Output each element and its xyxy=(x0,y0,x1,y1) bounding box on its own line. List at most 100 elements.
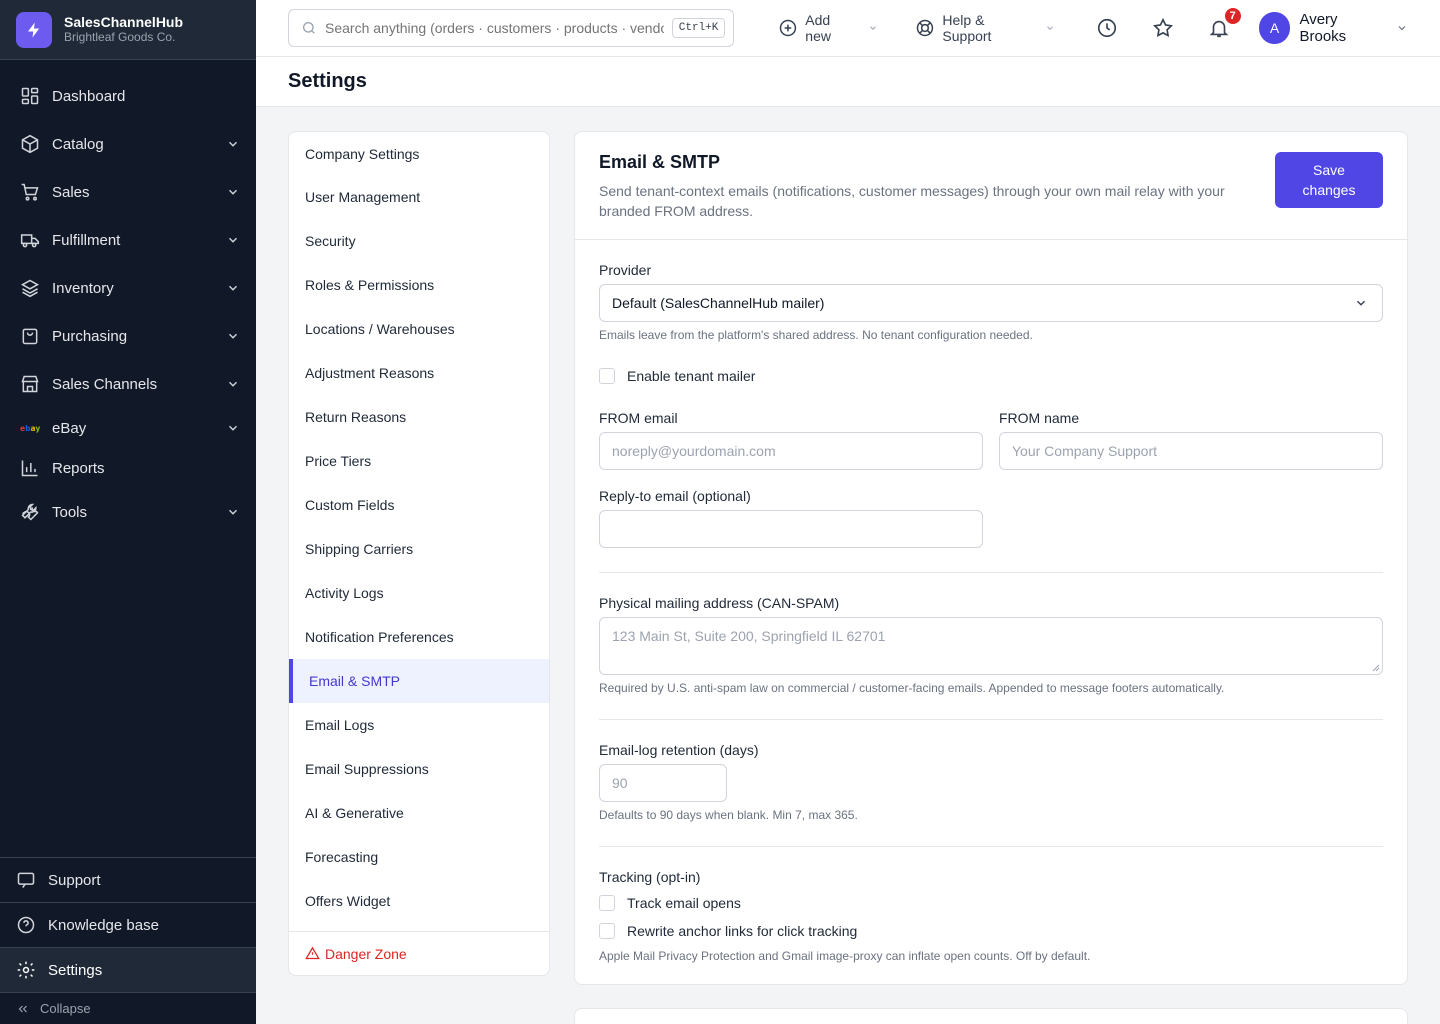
settings-nav-item[interactable]: Notification Preferences xyxy=(289,615,549,659)
tracking-label: Tracking (opt-in) xyxy=(599,869,701,885)
brand-company: Brightleaf Goods Co. xyxy=(64,30,176,44)
sidebar-item-inventory[interactable]: Inventory xyxy=(0,264,256,312)
clock-icon xyxy=(1097,18,1116,38)
sidebar-item-catalog[interactable]: Catalog xyxy=(0,120,256,168)
layers-icon xyxy=(20,278,40,298)
main-nav: Dashboard Catalog Sales Fulfillment Inve… xyxy=(0,60,256,536)
lifebuoy-icon xyxy=(917,19,934,37)
global-search[interactable]: Ctrl+K xyxy=(288,9,735,47)
sidebar-item-label: Catalog xyxy=(52,135,104,153)
retention-days-field[interactable]: 90 xyxy=(599,764,727,802)
reply-to-field[interactable] xyxy=(599,510,983,548)
settings-nav-item[interactable]: Roles & Permissions xyxy=(289,263,549,307)
user-menu[interactable]: A Avery Brooks xyxy=(1258,11,1408,45)
settings-nav-item[interactable]: Shipping Carriers xyxy=(289,527,549,571)
settings-nav-item[interactable]: Email Suppressions xyxy=(289,747,549,791)
rewrite-links-label: Rewrite anchor links for click tracking xyxy=(627,923,858,939)
settings-nav-item[interactable]: AI & Generative xyxy=(289,791,549,835)
track-opens-label: Track email opens xyxy=(627,895,741,911)
settings-nav-item[interactable]: Locations / Warehouses xyxy=(289,307,549,351)
mailing-address-field[interactable]: 123 Main St, Suite 200, Springfield IL 6… xyxy=(599,617,1383,675)
sidebar-item-fulfillment[interactable]: Fulfillment xyxy=(0,216,256,264)
sidebar-item-dashboard[interactable]: Dashboard xyxy=(0,72,256,120)
chevron-down-icon xyxy=(1047,26,1053,30)
danger-zone-link[interactable]: Danger Zone xyxy=(289,931,549,975)
from-name-field[interactable]: Your Company Support xyxy=(999,432,1383,470)
sidebar-item-label: eBay xyxy=(52,419,87,437)
enable-tenant-mailer-checkbox[interactable] xyxy=(599,368,615,384)
settings-nav-item[interactable]: Security xyxy=(289,219,549,263)
gear-icon xyxy=(16,960,36,980)
box-icon xyxy=(20,134,40,154)
plus-circle-icon xyxy=(780,19,797,37)
email-smtp-card: Email & SMTP Send tenant-context emails … xyxy=(574,131,1408,985)
sidebar-item-tools[interactable]: Tools xyxy=(0,488,256,536)
sidebar-item-label: Tools xyxy=(52,503,88,521)
mailing-address-placeholder: 123 Main St, Suite 200, Springfield IL 6… xyxy=(612,628,886,644)
from-email-field[interactable]: noreply@yourdomain.com xyxy=(599,432,983,470)
add-new-label: Add new xyxy=(805,12,831,44)
rewrite-links-row[interactable]: Rewrite anchor links for click tracking xyxy=(599,923,1383,939)
history-button[interactable] xyxy=(1095,16,1119,40)
chevron-down-icon xyxy=(869,26,876,30)
sidebar-item-label: Settings xyxy=(48,961,103,979)
retention-help: Defaults to 90 days when blank. Min 7, m… xyxy=(599,808,858,822)
sidebar-item-label: Reports xyxy=(52,459,105,477)
question-icon xyxy=(16,915,36,935)
divider xyxy=(599,719,1383,720)
settings-nav-item[interactable]: Custom Fields xyxy=(289,483,549,527)
from-fields: FROM email noreply@yourdomain.com FROM n… xyxy=(599,410,1383,470)
enable-tenant-mailer-row[interactable]: Enable tenant mailer xyxy=(599,368,1383,384)
resize-handle-icon[interactable] xyxy=(1372,664,1380,672)
chevron-down-icon xyxy=(229,425,237,431)
reply-to-label: Reply-to email (optional) xyxy=(599,488,751,504)
ebay-logo: ebay xyxy=(20,418,40,438)
search-icon xyxy=(303,22,315,34)
cart-icon xyxy=(20,182,40,202)
sidebar-item-settings[interactable]: Settings xyxy=(0,947,256,992)
sidebar-item-label: Sales xyxy=(52,183,90,201)
warning-icon xyxy=(305,946,320,961)
notification-count-badge: 7 xyxy=(1222,6,1243,26)
sidebar-item-reports[interactable]: Reports xyxy=(0,448,256,488)
card-body: Provider Default (SalesChannelHub mailer… xyxy=(575,240,1407,963)
notifications-button[interactable]: 7 xyxy=(1207,6,1243,40)
help-support-button[interactable]: Help & Support xyxy=(915,12,1054,44)
search-input[interactable] xyxy=(325,20,664,36)
star-icon xyxy=(1152,17,1173,38)
truck-icon xyxy=(20,230,40,250)
address-label: Physical mailing address (CAN-SPAM) xyxy=(599,595,840,611)
settings-nav-item[interactable]: Offers Widget xyxy=(289,879,549,923)
settings-nav-item[interactable]: Forecasting xyxy=(289,835,549,879)
add-new-button[interactable]: Add new xyxy=(778,12,877,44)
provider-value: Default (SalesChannelHub mailer) xyxy=(612,295,825,311)
settings-nav-item[interactable]: Return Reasons xyxy=(289,395,549,439)
svg-text:ebay: ebay xyxy=(20,424,40,433)
track-opens-row[interactable]: Track email opens xyxy=(599,895,1383,911)
sidebar-item-support[interactable]: Support xyxy=(0,857,256,902)
from-email-label: FROM email xyxy=(599,410,678,426)
rewrite-links-checkbox[interactable] xyxy=(599,923,615,939)
settings-nav-item[interactable]: User Management xyxy=(289,175,549,219)
dashboard-icon xyxy=(20,86,40,106)
bolt-icon xyxy=(16,11,52,48)
collapse-button[interactable]: Collapse xyxy=(0,992,256,1024)
sidebar-item-label: Dashboard xyxy=(52,87,126,105)
sidebar-item-sales[interactable]: Sales xyxy=(0,168,256,216)
settings-nav-item[interactable]: Adjustment Reasons xyxy=(289,351,549,395)
save-button[interactable]: Save changes xyxy=(1275,152,1383,208)
sidebar-item-purchasing[interactable]: Purchasing xyxy=(0,312,256,360)
settings-nav-item[interactable]: Price Tiers xyxy=(289,439,549,483)
tracking-help: Apple Mail Privacy Protection and Gmail … xyxy=(599,949,1091,963)
provider-select[interactable]: Default (SalesChannelHub mailer) xyxy=(599,284,1383,322)
sidebar-item-knowledge-base[interactable]: Knowledge base xyxy=(0,902,256,947)
brand[interactable]: SalesChannelHub Brightleaf Goods Co. xyxy=(0,0,256,60)
sidebar-item-ebay[interactable]: ebay eBay xyxy=(0,408,256,448)
favorites-button[interactable] xyxy=(1151,16,1175,40)
settings-nav-item[interactable]: Company Settings xyxy=(289,132,549,175)
settings-nav-item[interactable]: Activity Logs xyxy=(289,571,549,615)
sidebar-item-sales-channels[interactable]: Sales Channels xyxy=(0,360,256,408)
track-opens-checkbox[interactable] xyxy=(599,895,615,911)
settings-nav-item[interactable]: Email Logs xyxy=(289,703,549,747)
settings-nav-item-active[interactable]: Email & SMTP xyxy=(289,659,549,703)
